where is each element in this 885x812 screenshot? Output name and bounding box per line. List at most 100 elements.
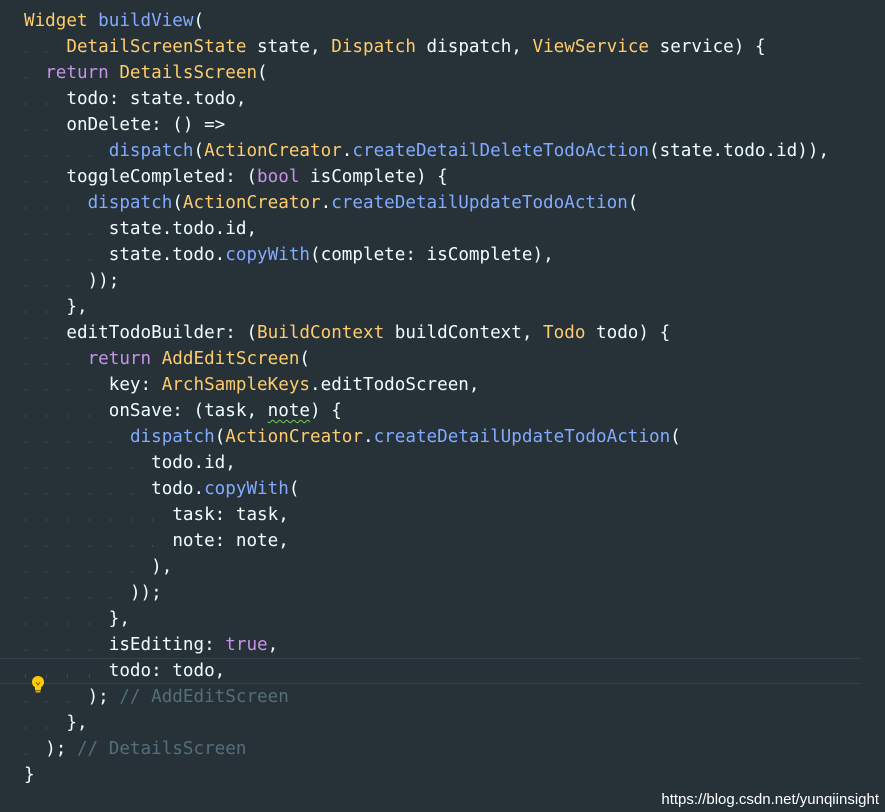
- code-token-warning: note: [267, 401, 311, 421]
- code-line[interactable]: return AddEditScreen(: [24, 346, 861, 372]
- code-token: (: [257, 63, 268, 83]
- code-token: );: [87, 687, 120, 707]
- code-line[interactable]: todo: state.todo,: [24, 86, 861, 112]
- code-token: (: [288, 479, 300, 499]
- code-token: state,: [246, 37, 332, 57]
- code-token: (: [214, 427, 226, 447]
- code-token: (state.todo.id)),: [648, 141, 830, 161]
- code-line[interactable]: onSave: (task, note) {: [24, 398, 861, 424]
- code-token: DetailsScreen: [119, 63, 258, 83]
- code-token: // AddEditScreen: [119, 687, 289, 707]
- code-line[interactable]: },: [24, 710, 861, 736]
- code-line[interactable]: editTodoBuilder: (BuildContext buildCont…: [24, 320, 861, 346]
- code-line[interactable]: state.todo.id,: [24, 216, 861, 242]
- code-token: (: [299, 349, 311, 369]
- code-token: (: [670, 427, 681, 447]
- code-token: onDelete: () =>: [66, 115, 226, 135]
- code-line[interactable]: ));: [24, 268, 861, 294]
- code-token: BuildContext: [257, 323, 385, 343]
- code-token: .: [320, 193, 332, 213]
- code-line[interactable]: todo: todo,: [0, 658, 861, 684]
- code-token: dispatch: [87, 193, 173, 213]
- code-token: key:: [108, 375, 162, 395]
- code-token: createDetailUpdateTodoAction: [373, 427, 671, 447]
- code-token: dispatch: [129, 427, 215, 447]
- code-editor[interactable]: Widget buildView(DetailScreenState state…: [0, 0, 885, 812]
- code-token: dispatch: [108, 141, 194, 161]
- code-token: Todo: [543, 323, 586, 343]
- code-token: note: note,: [172, 531, 289, 551]
- code-line[interactable]: ),: [24, 554, 861, 580]
- code-line[interactable]: note: note,: [24, 528, 861, 554]
- lightbulb-icon[interactable]: [30, 675, 46, 695]
- code-line[interactable]: ); // AddEditScreen: [24, 684, 861, 710]
- code-token: .: [341, 141, 353, 161]
- code-token: (: [193, 141, 205, 161]
- code-token: onSave: (task,: [108, 401, 268, 421]
- code-token: state.todo.: [108, 245, 226, 265]
- code-token: return: [87, 349, 162, 369]
- code-line[interactable]: dispatch(ActionCreator.createDetailUpdat…: [24, 190, 861, 216]
- code-token: todo.id,: [151, 453, 236, 473]
- code-line[interactable]: isEditing: true,: [24, 632, 861, 658]
- code-token: ));: [129, 583, 162, 603]
- code-token: (complete: isComplete),: [310, 245, 554, 265]
- code-lines[interactable]: Widget buildView(DetailScreenState state…: [0, 8, 861, 788]
- code-line[interactable]: todo.copyWith(: [24, 476, 861, 502]
- watermark-text: https://blog.csdn.net/yunqiinsight: [661, 791, 879, 808]
- code-token: dispatch,: [415, 37, 533, 57]
- code-token: todo: state.todo,: [66, 89, 247, 109]
- code-token: true: [225, 635, 268, 655]
- code-token: ActionCreator: [182, 193, 321, 213]
- code-line[interactable]: }: [24, 762, 861, 788]
- code-token: task: task,: [172, 505, 289, 525]
- code-token: ) {: [310, 401, 342, 421]
- code-token: todo: todo,: [108, 661, 226, 681]
- code-line[interactable]: state.todo.copyWith(complete: isComplete…: [24, 242, 861, 268]
- code-token: buildView: [98, 11, 194, 31]
- code-token: },: [108, 609, 130, 629]
- code-token: (: [193, 11, 205, 31]
- code-token: ,: [267, 635, 279, 655]
- code-token: editTodoBuilder: (: [66, 323, 258, 343]
- code-line[interactable]: toggleCompleted: (bool isComplete) {: [24, 164, 861, 190]
- code-token: },: [66, 713, 88, 733]
- code-line[interactable]: onDelete: () =>: [24, 112, 861, 138]
- code-token: createDetailUpdateTodoAction: [331, 193, 628, 213]
- code-token: }: [24, 765, 35, 785]
- code-line[interactable]: Widget buildView(: [24, 8, 861, 34]
- code-token: ArchSampleKeys: [161, 375, 311, 395]
- code-line[interactable]: ); // DetailsScreen: [24, 736, 861, 762]
- code-line[interactable]: return DetailsScreen(: [24, 60, 861, 86]
- code-token: bool: [257, 167, 300, 187]
- code-token: );: [45, 739, 77, 759]
- code-token: toggleCompleted: (: [66, 167, 258, 187]
- code-token: .: [362, 427, 374, 447]
- code-token: createDetailDeleteTodoAction: [352, 141, 649, 161]
- code-token: state.todo.id,: [108, 219, 258, 239]
- code-token: (: [172, 193, 183, 213]
- code-token: },: [66, 297, 88, 317]
- code-token: ViewService: [532, 37, 650, 57]
- code-token: service) {: [649, 37, 766, 57]
- code-token: copyWith: [204, 479, 289, 499]
- code-token: ActionCreator: [225, 427, 363, 447]
- code-token: DetailScreenState: [66, 37, 247, 57]
- code-line[interactable]: task: task,: [24, 502, 861, 528]
- code-line[interactable]: },: [24, 606, 861, 632]
- code-token: .editTodoScreen,: [310, 375, 480, 395]
- code-token: AddEditScreen: [161, 349, 300, 369]
- code-line[interactable]: key: ArchSampleKeys.editTodoScreen,: [24, 372, 861, 398]
- code-line[interactable]: dispatch(ActionCreator.createDetailDelet…: [24, 138, 861, 164]
- code-token: buildContext,: [384, 323, 544, 343]
- code-token: todo.: [151, 479, 205, 499]
- code-line[interactable]: },: [24, 294, 861, 320]
- code-line[interactable]: todo.id,: [24, 450, 861, 476]
- code-line[interactable]: DetailScreenState state, Dispatch dispat…: [24, 34, 861, 60]
- code-token: ),: [151, 557, 173, 577]
- code-token: isEditing:: [108, 635, 226, 655]
- code-line[interactable]: dispatch(ActionCreator.createDetailUpdat…: [24, 424, 861, 450]
- code-token: Widget: [24, 11, 99, 31]
- code-line[interactable]: ));: [24, 580, 861, 606]
- code-token: copyWith: [225, 245, 311, 265]
